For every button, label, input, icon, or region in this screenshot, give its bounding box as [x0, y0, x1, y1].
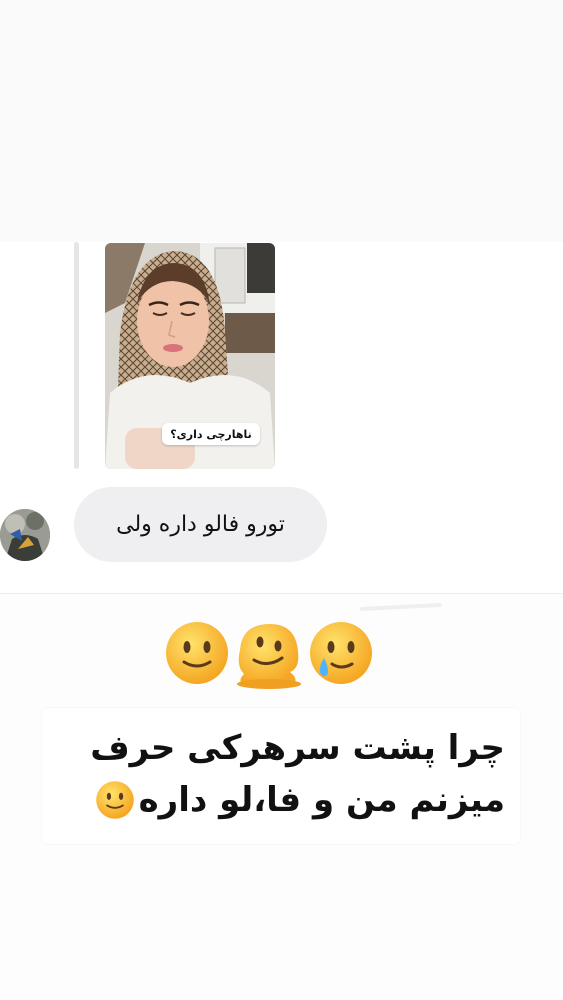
story-background-top [0, 0, 563, 242]
slightly-smiling-face-icon [95, 781, 134, 819]
avatar-image [0, 509, 50, 561]
caption-line-2-text: میزنم من و فا،لو داره [138, 780, 505, 820]
caption-line-1: چرا پشت سرهرکی حرف [90, 728, 505, 768]
message-bubble[interactable]: تورو فالو داره ولی [74, 487, 327, 562]
story-question-sticker: ناهارچی داری؟ [162, 423, 260, 445]
slightly-smiling-face-icon [166, 622, 228, 684]
melting-face-icon [237, 624, 301, 689]
message-text: تورو فالو داره ولی [116, 512, 285, 537]
caption-line-2: میزنم من و فا،لو داره [95, 780, 505, 820]
sender-avatar[interactable] [0, 509, 50, 561]
reply-indicator-line [74, 242, 79, 469]
emoji-row [160, 620, 380, 692]
smiling-face-with-tear-icon [310, 622, 372, 684]
